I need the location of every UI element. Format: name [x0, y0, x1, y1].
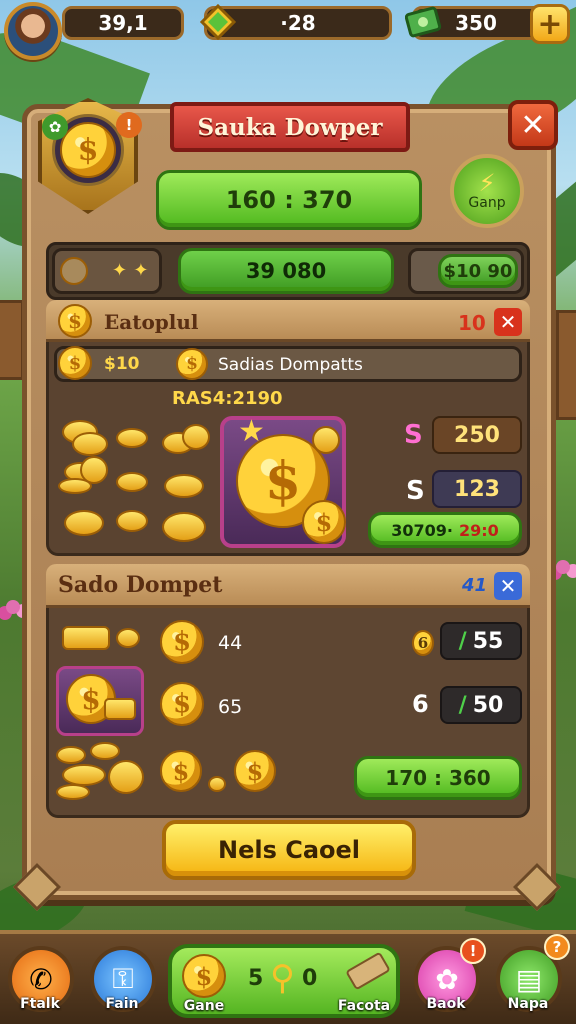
coin-pile-icon [182, 424, 210, 450]
lock-icon: ⚿ [112, 962, 134, 995]
dollar-coin-icon: $ [182, 954, 226, 998]
player-avatar[interactable] [4, 2, 62, 60]
section-one-action-button[interactable]: 30709· 29:0 [368, 512, 522, 548]
dollar-coin-icon: $ [234, 750, 276, 792]
section-two-close-icon[interactable]: ✕ [494, 572, 522, 600]
cash-value: 350 [455, 11, 497, 35]
phone-icon: ✆ [29, 962, 53, 996]
bolt-icon: ⚡ [478, 169, 496, 197]
coin-pile-icon [116, 472, 148, 492]
main-action-button[interactable]: 160 : 370 [156, 170, 422, 230]
dollar-coin-icon: $ [302, 500, 346, 544]
coin-pile-icon [72, 432, 108, 456]
alert-badge-icon: ! [116, 112, 142, 138]
star-icon: ★ [238, 414, 265, 449]
item-two-value: 50 [472, 692, 504, 718]
action-left-text: 30709· [391, 520, 453, 540]
dollar-coin-icon: $ [176, 348, 208, 380]
sub-amount: $10 [104, 354, 140, 374]
map-icon: ▤ [515, 962, 543, 996]
nav-game-value: 5 [248, 966, 264, 991]
level-value: 39,1 [98, 11, 148, 35]
item-two-icon: 6 [412, 690, 429, 718]
dollar-coin-icon: $ [160, 620, 204, 664]
info-value-button[interactable]: 39 080 [178, 248, 394, 294]
gem-icon [198, 2, 238, 42]
section-two-action-button[interactable]: 170 : 360 [354, 756, 522, 800]
flower-icon: ✿ [435, 962, 459, 996]
dollar-coin-icon: $ [60, 122, 116, 178]
up-arrow-icon: / [458, 628, 467, 654]
map-notification-badge: ? [544, 934, 570, 960]
item-one-price[interactable]: / 55 [440, 622, 522, 660]
sparkle-label: ✦ ✦ [112, 260, 149, 281]
confirm-button[interactable]: Nels Caoel [162, 820, 416, 880]
section-one-close-icon[interactable]: ✕ [494, 308, 522, 336]
nav-map-label: Napa [507, 996, 549, 1012]
cash-icon [404, 2, 444, 42]
coin-pile-icon [56, 746, 86, 764]
up-arrow-icon: / [458, 692, 467, 718]
nav-main-label: Fain [105, 996, 139, 1012]
coin-pile-icon [162, 512, 206, 542]
coin-pile-icon [108, 760, 144, 794]
key-icon: ⚲ [270, 958, 295, 998]
level-counter: 39,1 [62, 6, 184, 40]
nav-facota-label: Facota [337, 998, 391, 1014]
gold-bar-icon [62, 626, 110, 650]
item-two-label: 65 [218, 696, 243, 718]
sub-label: Sadias Dompatts [218, 355, 363, 375]
side-action-label: Ganp [468, 195, 506, 211]
row-two-value: 123 [432, 470, 522, 508]
coin-pile-icon [58, 478, 92, 494]
row-two-icon: S [406, 476, 425, 506]
row-one-value: 250 [432, 416, 522, 454]
coin-pile-icon [56, 784, 90, 800]
row-one-icon: S [404, 420, 423, 450]
section-two-count: 41 [462, 575, 488, 596]
top-resource-bar: 39,1 ·28 350 + [0, 0, 576, 60]
nav-book-label: Baok [426, 996, 466, 1012]
action-right-text: 29:0 [458, 520, 499, 540]
section-one-title: Eatoplul [104, 310, 199, 334]
coin-pile-icon [64, 510, 104, 536]
section-two-title: Sado Dompet [58, 572, 223, 598]
section-one-count: 10 [458, 311, 486, 335]
coin-pile-icon [62, 764, 106, 786]
dollar-coin-icon: $ [160, 750, 202, 792]
info-price-button[interactable]: $10 90 [438, 254, 518, 288]
gems-value: ·28 [280, 11, 316, 35]
close-button[interactable]: ✕ [508, 100, 558, 150]
item-one-label: 44 [218, 632, 243, 654]
dialog-title: Sauka Dowper [170, 102, 410, 152]
item-one-value: 55 [472, 628, 504, 654]
nav-game-label: Gane [183, 998, 225, 1014]
gold-bar-icon [104, 698, 136, 720]
add-currency-button[interactable]: + [530, 4, 570, 44]
coin-icon [312, 426, 340, 454]
book-notification-badge: ! [460, 938, 486, 964]
coin-pile-icon [90, 742, 120, 760]
nav-game-value-two: 0 [302, 966, 318, 991]
coin-pile-icon [116, 510, 148, 532]
grey-coin-icon [60, 257, 88, 285]
nav-talk-label: Ftalk [20, 996, 60, 1012]
leaf-badge-icon: ✿ [42, 114, 68, 140]
coin-pile-icon [116, 428, 148, 448]
coin-icon [116, 628, 140, 648]
item-two-price[interactable]: / 50 [440, 686, 522, 724]
dollar-coin-icon: $ [160, 682, 204, 726]
dollar-coin-icon: $ [58, 346, 92, 380]
side-action-button[interactable]: ⚡ Ganp [450, 154, 524, 228]
coin-icon [208, 776, 226, 792]
dollar-coin-icon: $ [58, 304, 92, 338]
coin-pile-icon [164, 474, 204, 498]
promo-text: RAS4:2190 [172, 388, 283, 409]
item-one-icon: 6 [412, 630, 434, 656]
